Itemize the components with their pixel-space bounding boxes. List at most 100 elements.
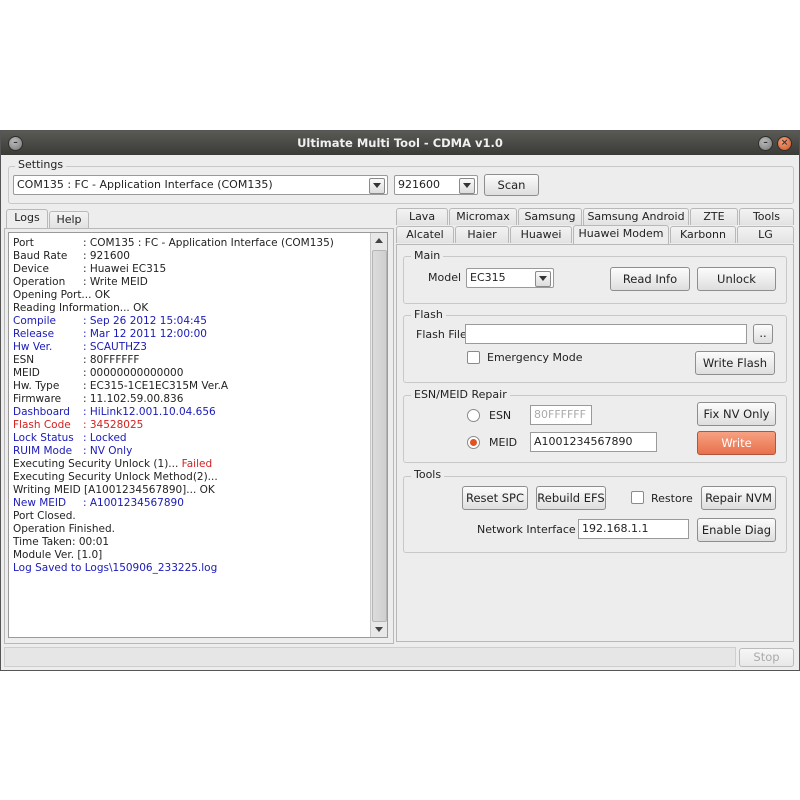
repair-label: ESN/MEID Repair — [411, 388, 510, 401]
log-value: Log Saved to Logs\150906_233225.log — [13, 562, 218, 574]
log-value: Operation Finished. — [13, 523, 115, 535]
log-scrollbar[interactable] — [370, 233, 387, 637]
close-button[interactable]: × — [777, 136, 792, 151]
tab-huawei-modem[interactable]: Huawei Modem — [573, 225, 669, 244]
progress-bar — [4, 647, 736, 667]
tab-lg[interactable]: LG — [737, 226, 794, 243]
baud-select[interactable]: 921600 — [394, 175, 478, 195]
tab-help[interactable]: Help — [49, 211, 89, 228]
log-value: : Write MEID — [83, 276, 148, 288]
log-value: Opening Port... OK — [13, 289, 110, 301]
tab-logs[interactable]: Logs — [6, 209, 48, 228]
title-bar[interactable]: Ultimate Multi Tool - CDMA v1.0 — [1, 131, 799, 155]
window-title: Ultimate Multi Tool - CDMA v1.0 — [297, 136, 503, 150]
log-output[interactable]: Port: COM135 : FC - Application Interfac… — [8, 232, 388, 638]
write-button[interactable]: Write — [697, 431, 776, 455]
log-line: ESN: 80FFFFFF — [13, 354, 139, 367]
log-value: : A1001234567890 — [83, 497, 184, 509]
tab-samsung[interactable]: Samsung — [518, 208, 582, 225]
log-line: Release: Mar 12 2011 12:00:00 — [13, 328, 207, 341]
chevron-down-icon[interactable] — [535, 271, 551, 287]
log-value: : Sep 26 2012 15:04:45 — [83, 315, 207, 327]
esn-radio[interactable] — [467, 409, 480, 422]
tab-alcatel[interactable]: Alcatel — [396, 226, 454, 243]
rebuild-efs-button[interactable]: Rebuild EFS — [536, 486, 606, 510]
log-value: Port Closed. — [13, 510, 76, 522]
chevron-down-icon[interactable] — [369, 178, 385, 194]
tab-tools[interactable]: Tools — [739, 208, 794, 225]
log-key: RUIM Mode — [13, 445, 73, 457]
restore-label: Restore — [651, 492, 693, 505]
log-line: Device: Huawei EC315 — [13, 263, 166, 276]
tab-lava[interactable]: Lava — [396, 208, 448, 225]
log-value: Module Ver. [1.0] — [13, 549, 103, 561]
log-line: New MEID: A1001234567890 — [13, 497, 184, 510]
log-value: Executing Security Unlock (1)... — [13, 458, 182, 470]
repair-nvm-button[interactable]: Repair NVM — [701, 486, 776, 510]
read-info-button[interactable]: Read Info — [610, 267, 690, 291]
log-value: Writing MEID [A1001234567890]... OK — [13, 484, 215, 496]
log-key: Operation — [13, 276, 66, 288]
log-key: Flash Code — [13, 419, 71, 431]
meid-radio[interactable] — [467, 436, 480, 449]
model-select[interactable]: EC315 — [466, 268, 554, 288]
tab-zte[interactable]: ZTE — [690, 208, 738, 225]
reset-spc-button[interactable]: Reset SPC — [462, 486, 528, 510]
emergency-mode-checkbox[interactable] — [467, 351, 480, 364]
log-value: Reading Information... OK — [13, 302, 149, 314]
log-line: MEID: 00000000000000 — [13, 367, 183, 380]
scroll-up-icon[interactable] — [371, 233, 387, 249]
log-key: Release — [13, 328, 55, 340]
tab-karbonn[interactable]: Karbonn — [670, 226, 736, 243]
log-line: Writing MEID [A1001234567890]... OK — [13, 484, 215, 497]
log-line: Module Ver. [1.0] — [13, 549, 102, 562]
unlock-button[interactable]: Unlock — [697, 267, 776, 291]
scan-button[interactable]: Scan — [484, 174, 539, 196]
tab-haier[interactable]: Haier — [455, 226, 509, 243]
log-line: Port Closed. — [13, 510, 76, 523]
log-key: Device — [13, 263, 49, 275]
browse-button[interactable]: .. — [753, 324, 773, 344]
write-flash-button[interactable]: Write Flash — [695, 351, 775, 375]
window-menu-button[interactable]: – — [8, 136, 23, 151]
tab-huawei[interactable]: Huawei — [510, 226, 572, 243]
minimize-button[interactable]: – — [758, 136, 773, 151]
scroll-down-icon[interactable] — [371, 621, 387, 637]
log-line: RUIM Mode : NV Only — [13, 445, 132, 458]
port-select[interactable]: COM135 : FC - Application Interface (COM… — [13, 175, 388, 195]
log-line: Compile : Sep 26 2012 15:04:45 — [13, 315, 207, 328]
flash-file-input[interactable] — [465, 324, 747, 344]
close-icon: × — [780, 138, 789, 148]
stop-button[interactable]: Stop — [739, 648, 794, 667]
meid-input[interactable]: A1001234567890 — [530, 432, 657, 452]
log-line: Operation : Write MEID — [13, 276, 148, 289]
log-line: Executing Security Unlock Method(2)... — [13, 471, 218, 484]
log-line: Operation Finished. — [13, 523, 115, 536]
log-status: Failed — [181, 458, 213, 470]
esn-label: ESN — [489, 409, 512, 422]
scroll-thumb[interactable] — [372, 250, 387, 622]
tools-label: Tools — [411, 468, 445, 481]
net-ip-label: Network Interface IP — [477, 523, 590, 536]
tab-micromax[interactable]: Micromax — [449, 208, 517, 225]
log-value: : 80FFFFFF — [83, 354, 140, 366]
log-value: Time Taken: 00:01 — [13, 536, 110, 548]
log-value: : 34528025 — [83, 419, 144, 431]
log-value: : 11.102.59.00.836 — [83, 393, 184, 405]
minus-icon: – — [763, 138, 768, 148]
log-line: Dashboard: HiLink12.001.10.04.656 — [13, 406, 216, 419]
enable-diag-button[interactable]: Enable Diag — [697, 518, 776, 542]
log-value: : NV Only — [83, 445, 133, 457]
log-value: : 921600 — [83, 250, 130, 262]
restore-checkbox[interactable] — [631, 491, 644, 504]
net-ip-input[interactable]: 192.168.1.1 — [578, 519, 689, 539]
esn-input[interactable]: 80FFFFFF — [530, 405, 592, 425]
log-key: Firmware — [13, 393, 62, 405]
emergency-mode-label: Emergency Mode — [487, 351, 583, 364]
chevron-down-icon[interactable] — [459, 178, 475, 194]
fix-nv-only-button[interactable]: Fix NV Only — [697, 402, 776, 426]
tab-samsung-android[interactable]: Samsung Android — [583, 208, 689, 225]
log-key: Compile — [13, 315, 56, 327]
log-line: Port: COM135 : FC - Application Interfac… — [13, 237, 334, 250]
log-key: Hw Ver. — [13, 341, 53, 353]
